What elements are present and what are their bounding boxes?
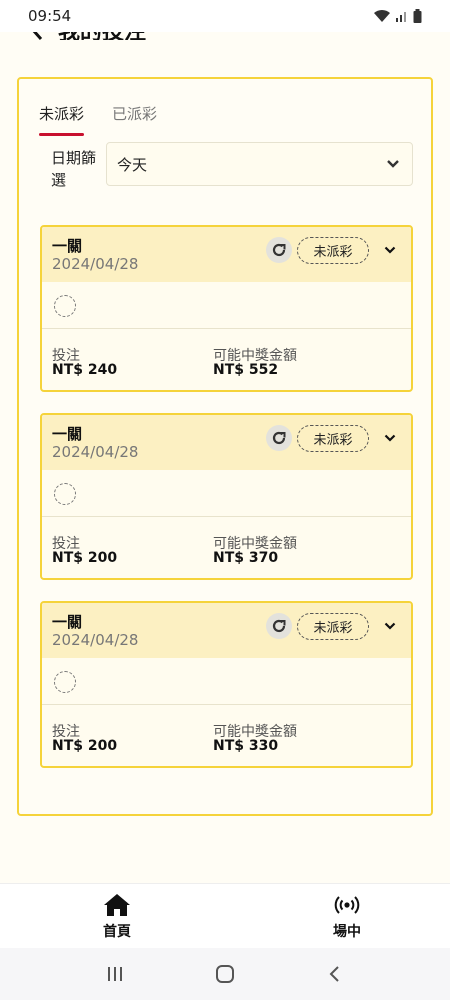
bet-date: 2024/04/28 (52, 443, 139, 461)
stake-value: NT$ 240 (52, 362, 118, 378)
bet-card: 一關 2024/04/28 未派彩 投注 NT$ 200 可能中獎金額 NT$ (40, 601, 413, 768)
bet-date: 2024/04/28 (52, 255, 139, 273)
bet-type: 一關 (52, 425, 83, 443)
nav-home-label: 首頁 (103, 924, 131, 940)
bet-card: 一關 2024/04/28 未派彩 投注 NT$ 240 可能中獎金額 NT$ (40, 225, 413, 392)
tab-settled[interactable]: 已派彩 (112, 103, 157, 134)
recent-apps-button[interactable] (100, 959, 130, 989)
page-title: 我的投注 (58, 32, 146, 40)
stake-value: NT$ 200 (52, 550, 118, 566)
nav-live[interactable]: 場中 (317, 892, 377, 941)
expand-button[interactable] (381, 617, 399, 635)
refresh-icon (272, 619, 286, 633)
bet-card-body (42, 282, 411, 329)
potential-win-value: NT$ 370 (213, 550, 279, 566)
refresh-icon (272, 431, 286, 445)
bet-date: 2024/04/28 (52, 631, 139, 649)
chevron-down-icon (384, 622, 396, 630)
status-time: 09:54 (28, 7, 72, 25)
bet-card: 一關 2024/04/28 未派彩 投注 NT$ 200 可能中獎金額 NT$ (40, 413, 413, 580)
chevron-down-icon (387, 160, 399, 168)
home-system-button[interactable] (210, 959, 240, 989)
date-filter-select[interactable]: 今天 (106, 142, 413, 186)
battery-icon (413, 9, 422, 23)
bets-panel: 未派彩 已派彩 日期篩選 今天 一關 2024/04/28 未派彩 投注 NT$… (17, 77, 433, 816)
refresh-icon (272, 243, 286, 257)
nav-live-label: 場中 (333, 924, 361, 940)
status-icons (373, 9, 422, 23)
status-badge: 未派彩 (297, 425, 369, 452)
back-system-button[interactable] (320, 959, 350, 989)
live-broadcast-icon (334, 896, 360, 914)
date-filter-label: 日期篩選 (51, 149, 97, 189)
bet-card-body (42, 658, 411, 705)
bet-card-header: 一關 2024/04/28 未派彩 (42, 603, 411, 658)
status-badge: 未派彩 (297, 613, 369, 640)
status-badge: 未派彩 (297, 237, 369, 264)
wifi-icon (374, 9, 390, 22)
bet-card-body (42, 470, 411, 517)
refresh-button[interactable] (266, 425, 292, 451)
chevron-down-icon (384, 434, 396, 442)
potential-win-value: NT$ 330 (213, 738, 279, 754)
nav-home[interactable]: 首頁 (87, 892, 147, 941)
date-filter-value: 今天 (117, 155, 148, 174)
recent-apps-icon (108, 967, 122, 981)
refresh-button[interactable] (266, 237, 292, 263)
refresh-button[interactable] (266, 613, 292, 639)
potential-win-value: NT$ 552 (213, 362, 279, 378)
bet-card-footer: 投注 NT$ 200 可能中獎金額 NT$ 370 (42, 517, 411, 577)
system-nav-bar (0, 948, 450, 1000)
bet-type: 一關 (52, 613, 83, 631)
home-icon (104, 894, 130, 916)
selection-placeholder-icon (54, 671, 76, 693)
selection-placeholder-icon (54, 483, 76, 505)
status-bar: 09:54 (0, 0, 450, 32)
home-circle-icon (216, 965, 234, 983)
bet-card-footer: 投注 NT$ 240 可能中獎金額 NT$ 552 (42, 329, 411, 389)
bet-card-header: 一關 2024/04/28 未派彩 (42, 227, 411, 282)
chevron-down-icon (384, 246, 396, 254)
signal-icon (396, 12, 406, 22)
status-tabs: 未派彩 已派彩 (39, 103, 157, 136)
expand-button[interactable] (381, 241, 399, 259)
bottom-nav: 首頁 場中 (0, 883, 450, 948)
selection-placeholder-icon (54, 295, 76, 317)
back-chevron-icon (329, 966, 339, 982)
bet-card-footer: 投注 NT$ 200 可能中獎金額 NT$ 330 (42, 705, 411, 765)
bet-type: 一關 (52, 237, 83, 255)
expand-button[interactable] (381, 429, 399, 447)
stake-value: NT$ 200 (52, 738, 118, 754)
page-header: 我的投注 (0, 32, 450, 40)
back-arrow-icon[interactable] (30, 32, 44, 40)
bet-card-header: 一關 2024/04/28 未派彩 (42, 415, 411, 470)
tab-unsettled[interactable]: 未派彩 (39, 103, 85, 136)
